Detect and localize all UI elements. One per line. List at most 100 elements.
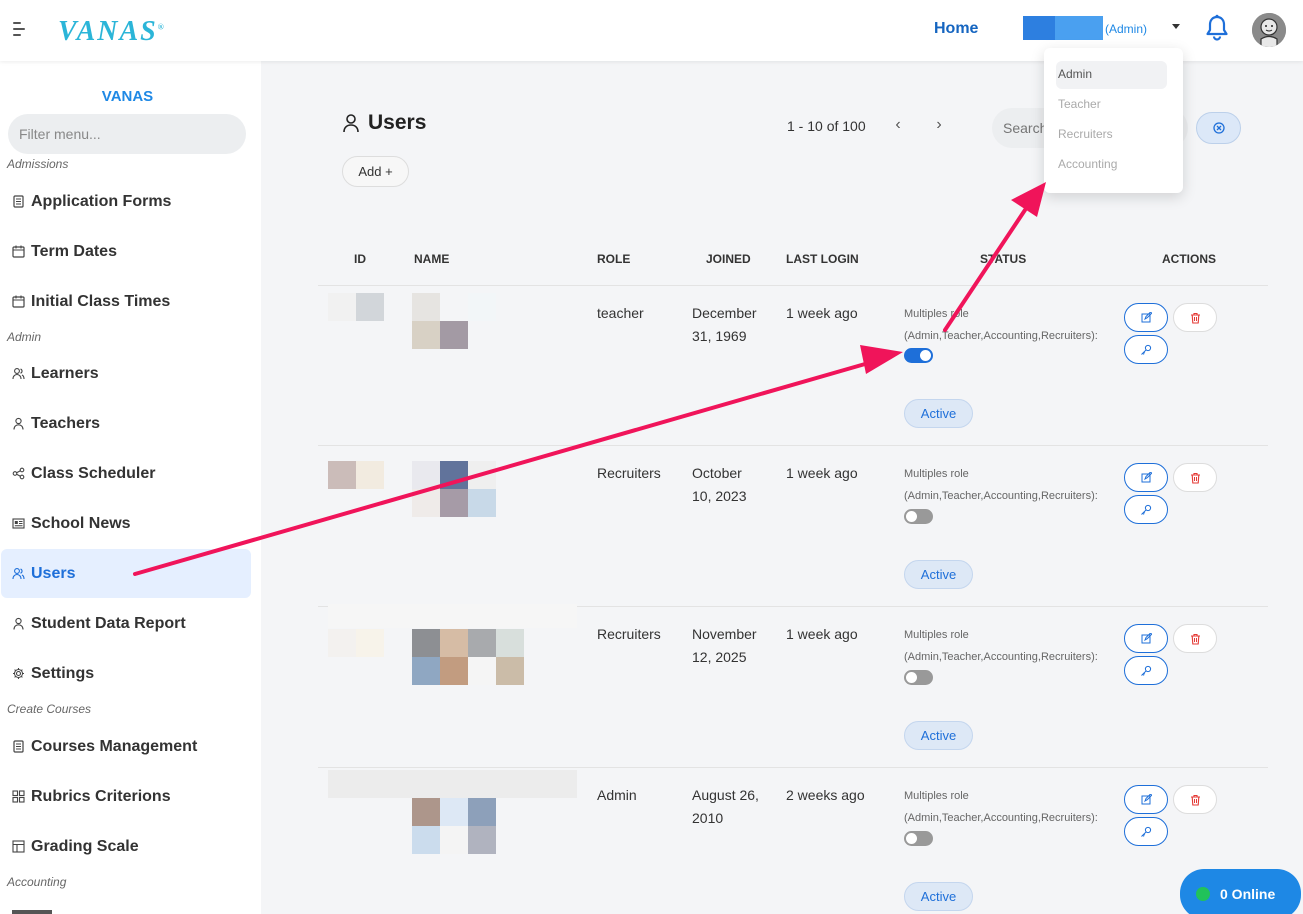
edit-button[interactable]: [1124, 785, 1168, 814]
status-badge[interactable]: Active: [904, 882, 973, 911]
delete-button[interactable]: [1173, 785, 1217, 814]
redacted-name: [412, 489, 440, 517]
avatar[interactable]: [1252, 13, 1286, 47]
redacted-id: [328, 604, 577, 628]
column-header-joined[interactable]: JOINED: [706, 252, 751, 266]
multi-role-label: Multiples role (Admin,Teacher,Accounting,…: [904, 463, 1098, 507]
reset-password-button[interactable]: [1124, 495, 1168, 524]
sidebar-item-teachers[interactable]: Teachers: [1, 399, 251, 448]
multi-role-label: Multiples role (Admin,Teacher,Accounting,…: [904, 785, 1098, 829]
logo-mark: ®: [157, 22, 166, 32]
joined-cell: October 10, 2023: [692, 462, 747, 508]
sidebar-item-initial-class-times[interactable]: Initial Class Times: [1, 277, 251, 326]
multi-role-label-line-1: Multiples role: [904, 629, 969, 641]
column-header-status[interactable]: STATUS: [980, 252, 1026, 266]
edit-icon: [1141, 312, 1152, 323]
sidebar-item-settings[interactable]: Settings: [1, 649, 251, 698]
column-header-name[interactable]: NAME: [414, 252, 449, 266]
chevron-right-icon[interactable]: ›: [931, 117, 947, 133]
sidebar-item-term-dates[interactable]: Term Dates: [1, 227, 251, 276]
multi-role-toggle[interactable]: [904, 348, 933, 363]
redacted-name: [496, 629, 524, 657]
multi-role-toggle[interactable]: [904, 831, 933, 846]
delete-button[interactable]: [1173, 463, 1217, 492]
status-badge[interactable]: Active: [904, 399, 973, 428]
role-cell: teacher: [597, 305, 644, 321]
sidebar: VANAS Admissions Application Forms Term …: [0, 61, 261, 914]
user-name-redacted[interactable]: [1023, 16, 1103, 40]
status-badge[interactable]: Active: [904, 721, 973, 750]
sidebar-item-users[interactable]: Users: [1, 549, 251, 598]
delete-button[interactable]: [1173, 624, 1217, 653]
reset-password-button[interactable]: [1124, 656, 1168, 685]
role-cell: Recruiters: [597, 626, 661, 642]
sidebar-item-grading-scale[interactable]: Grading Scale: [1, 822, 251, 871]
sidebar-item-label: Grading Scale: [31, 837, 139, 855]
redacted-name: [468, 461, 496, 489]
role-option-recruiters[interactable]: Recruiters: [1058, 121, 1169, 149]
key-icon: [1141, 504, 1152, 515]
sidebar-section-admissions: Admissions: [7, 157, 69, 171]
column-header-actions[interactable]: ACTIONS: [1162, 252, 1216, 266]
edit-icon: [1141, 633, 1152, 644]
add-user-button[interactable]: Add +: [342, 156, 409, 187]
edit-button[interactable]: [1124, 303, 1168, 332]
sidebar-item-application-forms[interactable]: Application Forms: [1, 177, 251, 226]
page-title: Users: [342, 111, 426, 135]
redacted-name: [440, 629, 468, 657]
row-divider: [318, 445, 1268, 446]
reset-password-button[interactable]: [1124, 335, 1168, 364]
chevron-down-icon[interactable]: [1172, 24, 1180, 29]
redacted-id: [328, 293, 356, 321]
calendar-icon: [12, 245, 25, 258]
sidebar-item-learners[interactable]: Learners: [1, 349, 251, 398]
sidebar-item-school-news[interactable]: School News: [1, 499, 251, 548]
redacted-name: [412, 461, 440, 489]
multi-role-toggle[interactable]: [904, 509, 933, 524]
edit-button[interactable]: [1124, 463, 1168, 492]
multi-role-label: Multiples role (Admin,Teacher,Accounting,…: [904, 303, 1098, 347]
delete-button[interactable]: [1173, 303, 1217, 332]
sidebar-item-label: School News: [31, 514, 131, 532]
edit-button[interactable]: [1124, 624, 1168, 653]
key-icon: [1141, 344, 1152, 355]
redacted-name: [468, 293, 496, 321]
form-icon: [12, 195, 25, 208]
column-header-id[interactable]: ID: [354, 252, 366, 266]
user-role-tag[interactable]: (Admin): [1105, 22, 1147, 36]
clear-search-button[interactable]: [1196, 112, 1241, 144]
status-badge[interactable]: Active: [904, 560, 973, 589]
multi-role-label-line-1: Multiples role: [904, 308, 969, 320]
sidebar-item-label: Term Dates: [31, 242, 117, 260]
sidebar-item-label: Initial Class Times: [31, 292, 171, 310]
key-icon: [1141, 826, 1152, 837]
menu-icon[interactable]: [13, 22, 25, 40]
role-option-accounting[interactable]: Accounting: [1058, 151, 1169, 179]
role-option-teacher[interactable]: Teacher: [1058, 91, 1169, 119]
column-header-role[interactable]: ROLE: [597, 252, 630, 266]
sidebar-item-rubrics-criterions[interactable]: Rubrics Criterions: [1, 772, 251, 821]
trash-icon: [1190, 312, 1200, 324]
sidebar-filter-input[interactable]: [8, 114, 246, 154]
home-link[interactable]: Home: [934, 20, 978, 38]
sidebar-item-student-data-report[interactable]: Student Data Report: [1, 599, 251, 648]
logo[interactable]: VANAS®: [58, 16, 166, 48]
multi-role-toggle[interactable]: [904, 670, 933, 685]
close-circle-icon: [1212, 122, 1225, 134]
redacted-name: [496, 657, 524, 685]
column-header-last-login[interactable]: LAST LOGIN: [786, 252, 859, 266]
chevron-left-icon[interactable]: ‹: [890, 117, 906, 133]
role-option-admin[interactable]: Admin: [1056, 61, 1167, 89]
sidebar-section-admin: Admin: [7, 330, 42, 344]
multi-role-label: Multiples role (Admin,Teacher,Accounting,…: [904, 624, 1098, 668]
redacted-name: [412, 826, 440, 854]
joined-line-1: November: [692, 626, 757, 642]
sidebar-item-courses-management[interactable]: Courses Management: [1, 722, 251, 771]
redacted-name: [468, 629, 496, 657]
online-status-button[interactable]: 0 Online: [1180, 869, 1301, 914]
bell-icon[interactable]: [1204, 14, 1230, 42]
sidebar-item-class-scheduler[interactable]: Class Scheduler: [1, 449, 251, 498]
sidebar-item-label: Settings: [31, 664, 95, 682]
reset-password-button[interactable]: [1124, 817, 1168, 846]
role-dropdown-menu: Admin Teacher Recruiters Accounting: [1044, 48, 1183, 193]
